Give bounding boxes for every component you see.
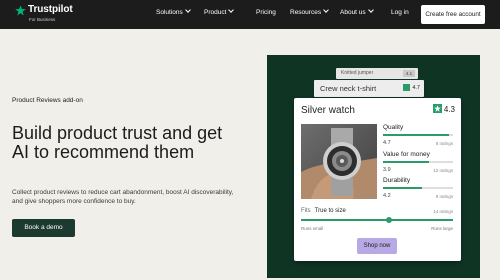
nav-resources[interactable]: Resources (290, 7, 329, 16)
runs-large-label: Runs large (431, 226, 453, 231)
metric-value-bar (383, 161, 453, 163)
chevron-down-icon (323, 7, 329, 13)
nav-label: Solutions (156, 9, 183, 16)
nav-label: Resources (290, 9, 322, 16)
rating-badge: 4.1 (403, 70, 415, 77)
rating-value: 4.7 (412, 84, 420, 91)
metric-value-label: Value for money (383, 151, 430, 158)
star-icon (403, 84, 411, 91)
metric-quality-label: Quality (383, 124, 404, 131)
metric-quality-count: 8 ratings (435, 141, 453, 146)
product-title: Crew neck t-shirt (320, 84, 377, 93)
top-navigation-bar: Trustpilot For Business Solutions Produc… (0, 0, 500, 29)
nav-label: About us (340, 9, 366, 16)
nav-label: Product (204, 9, 227, 16)
product-title: Silver watch (301, 105, 355, 116)
nav-product[interactable]: Product (204, 7, 235, 16)
chevron-down-icon (228, 7, 235, 13)
nav-about-us[interactable]: About us (340, 7, 374, 16)
fit-label: Fits (301, 208, 311, 214)
product-title: Knitted jumper (341, 70, 374, 76)
create-account-button[interactable]: Create free account (421, 5, 485, 24)
rating-value: 4.3 (443, 105, 455, 114)
runs-small-label: Runs small (301, 226, 324, 231)
nav-label: Pricing (256, 9, 276, 16)
nav-solutions[interactable]: Solutions (156, 7, 191, 16)
nav-pricing[interactable]: Pricing (256, 9, 276, 16)
hero-description: Collect product reviews to reduce cart a… (12, 189, 234, 205)
product-card-knitted-jumper: Knitted jumper 4.1 (336, 68, 418, 79)
shop-now-button[interactable]: Shop now (357, 238, 397, 254)
metric-durability-value: 4.2 (383, 193, 391, 199)
metric-quality-value: 4.7 (383, 140, 391, 146)
fit-count: 14 ratings (433, 209, 453, 214)
login-link[interactable]: Log in (391, 9, 409, 16)
star-icon (432, 104, 442, 114)
rating-badge: 4.7 (403, 84, 420, 91)
product-card-silver-watch: Silver watch 4.3 Quality 4.7 8 ratings V… (294, 98, 461, 261)
chevron-down-icon (184, 7, 191, 13)
metric-durability-label: Durability (383, 177, 411, 184)
fit-value: True to size (314, 208, 346, 214)
metric-durability-fill (383, 187, 422, 189)
fit-row: Fits True to size (301, 208, 346, 214)
metric-value-value: 3.9 (383, 167, 391, 173)
metric-value-fill (383, 161, 430, 163)
hero-headline: Build product trust and get AI to recomm… (12, 123, 223, 162)
metric-quality-bar (383, 134, 453, 136)
hero-eyebrow: Product Reviews add-on (12, 97, 83, 104)
book-demo-button[interactable]: Book a demo (12, 219, 75, 237)
metric-value-count: 12 ratings (433, 168, 453, 173)
brand-subtitle: For Business (29, 17, 56, 22)
product-card-crew-neck: Crew neck t-shirt 4.7 (314, 80, 424, 97)
chevron-down-icon (367, 7, 374, 13)
metric-durability-count: 8 ratings (435, 194, 453, 199)
star-icon (15, 5, 26, 16)
brand-name: Trustpilot (28, 4, 73, 15)
metric-quality-fill (383, 134, 449, 136)
product-photo (301, 124, 377, 199)
fit-slider-knob (386, 217, 393, 223)
metric-durability-bar (383, 187, 453, 189)
fit-slider (301, 217, 453, 223)
rating-badge: 4.3 (432, 104, 455, 114)
